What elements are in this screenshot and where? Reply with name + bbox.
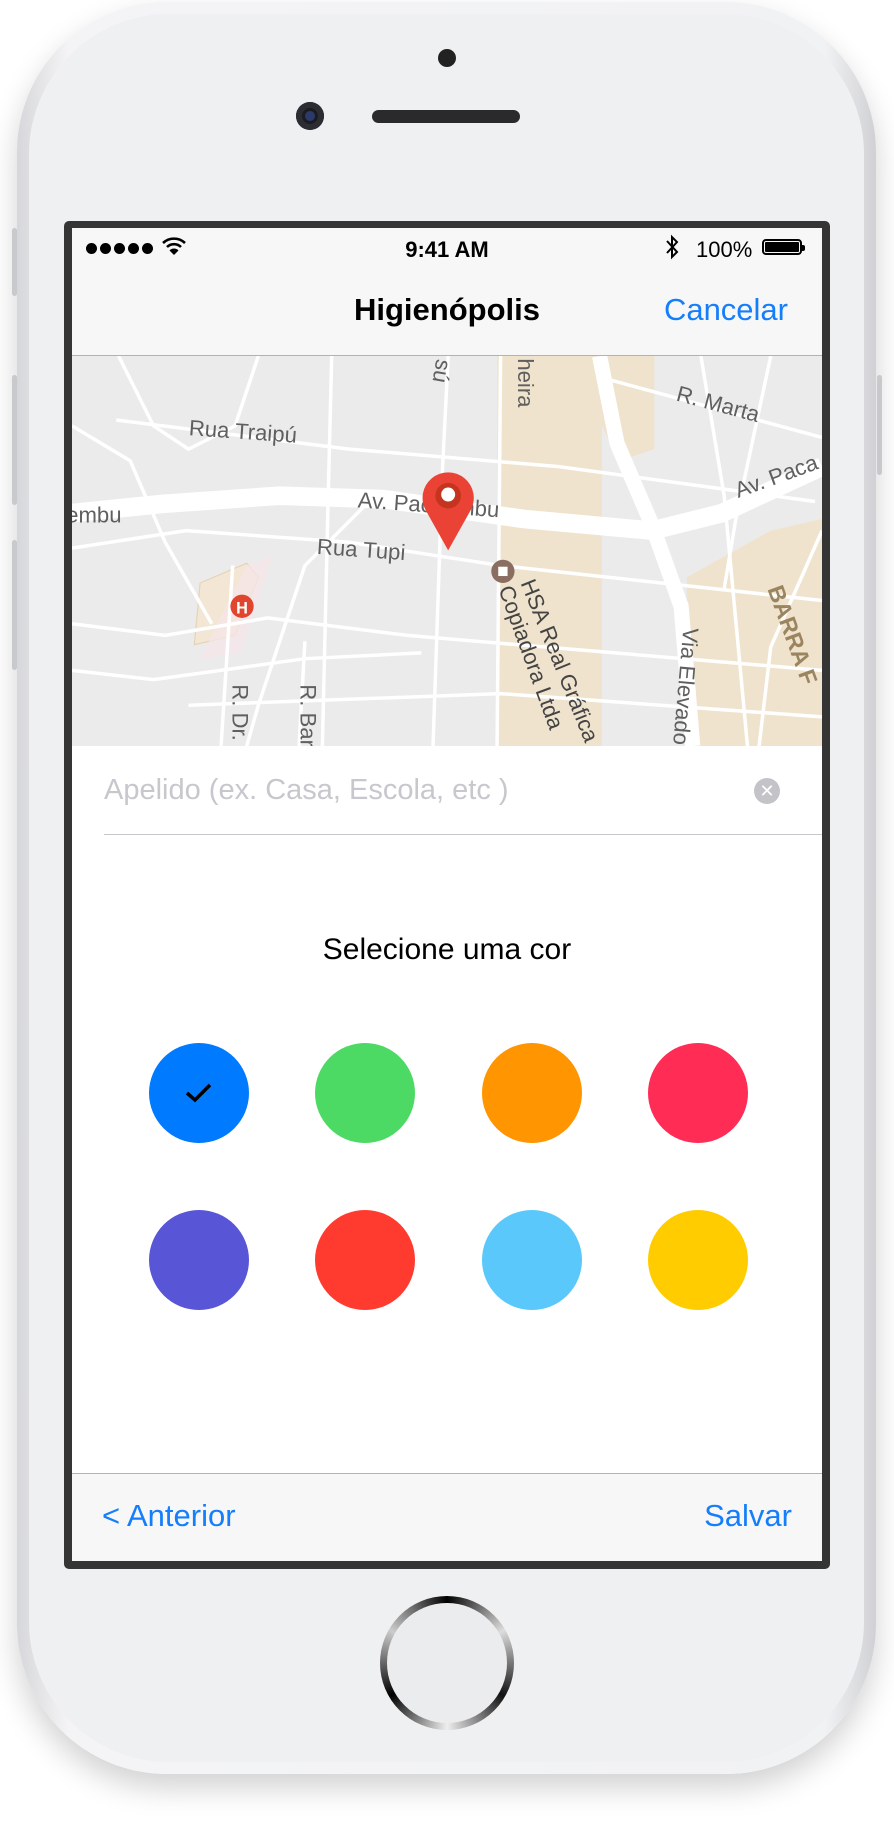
color-swatch-orange[interactable]: [482, 1043, 582, 1143]
map-label: R. Marta: [674, 381, 763, 427]
proximity-sensor: [438, 49, 456, 67]
color-swatch-blue[interactable]: [149, 1043, 249, 1143]
map-label: R. Dr.: [228, 684, 253, 741]
earpiece-speaker: [372, 110, 520, 123]
cancel-button[interactable]: Cancelar: [664, 292, 788, 328]
bluetooth-icon: [666, 234, 679, 260]
location-pin-dot: [441, 487, 456, 502]
battery-percent: 100%: [696, 237, 753, 262]
color-section-title: Selecione uma cor: [322, 933, 572, 966]
color-swatch-pink[interactable]: [648, 1043, 748, 1143]
hospital-icon-letter: H: [236, 599, 248, 617]
volume-down-button: [12, 540, 17, 670]
navigation-bar: Higienópolis Cancelar: [72, 268, 822, 356]
color-swatch-green[interactable]: [315, 1043, 415, 1143]
map-label: Rua Tupi: [316, 534, 406, 565]
map-view[interactable]: Rua Traipú Av. Pacaembu embu Av. Paca Ru…: [72, 356, 822, 746]
color-swatch-purple[interactable]: [149, 1210, 249, 1310]
map-label: heira: [513, 358, 538, 408]
color-swatch-red[interactable]: [315, 1210, 415, 1310]
clear-icon: ✕: [759, 781, 775, 801]
status-bar: 9:41 AM 100%: [72, 228, 822, 268]
volume-up-button: [12, 375, 17, 505]
map-canvas[interactable]: Rua Traipú Av. Pacaembu embu Av. Paca Ru…: [72, 356, 822, 746]
nickname-input[interactable]: [104, 768, 724, 812]
battery-icon: [762, 239, 805, 255]
bottom-toolbar: < Anterior Salvar: [72, 1473, 822, 1561]
power-button: [877, 375, 882, 475]
map-label: R. Bar: [295, 684, 320, 746]
mute-switch: [12, 228, 17, 296]
save-button[interactable]: Salvar: [704, 1498, 792, 1534]
app-display: 9:41 AM 100% Higienópolis Cancelar Rua T…: [72, 228, 822, 1561]
map-label: embu: [72, 502, 121, 527]
nickname-field: ✕: [104, 746, 822, 835]
checkmark-icon: [185, 1083, 212, 1103]
front-camera: [296, 102, 324, 130]
color-swatch-yellow[interactable]: [648, 1210, 748, 1310]
previous-button[interactable]: < Anterior: [102, 1498, 236, 1534]
color-swatch-light-blue[interactable]: [482, 1210, 582, 1310]
clear-text-button[interactable]: ✕: [754, 778, 780, 804]
screen: 9:41 AM 100% Higienópolis Cancelar Rua T…: [64, 221, 830, 1569]
home-button[interactable]: [380, 1596, 514, 1730]
business-poi-icon-glyph: [498, 566, 508, 577]
map-label: sú: [428, 357, 457, 384]
